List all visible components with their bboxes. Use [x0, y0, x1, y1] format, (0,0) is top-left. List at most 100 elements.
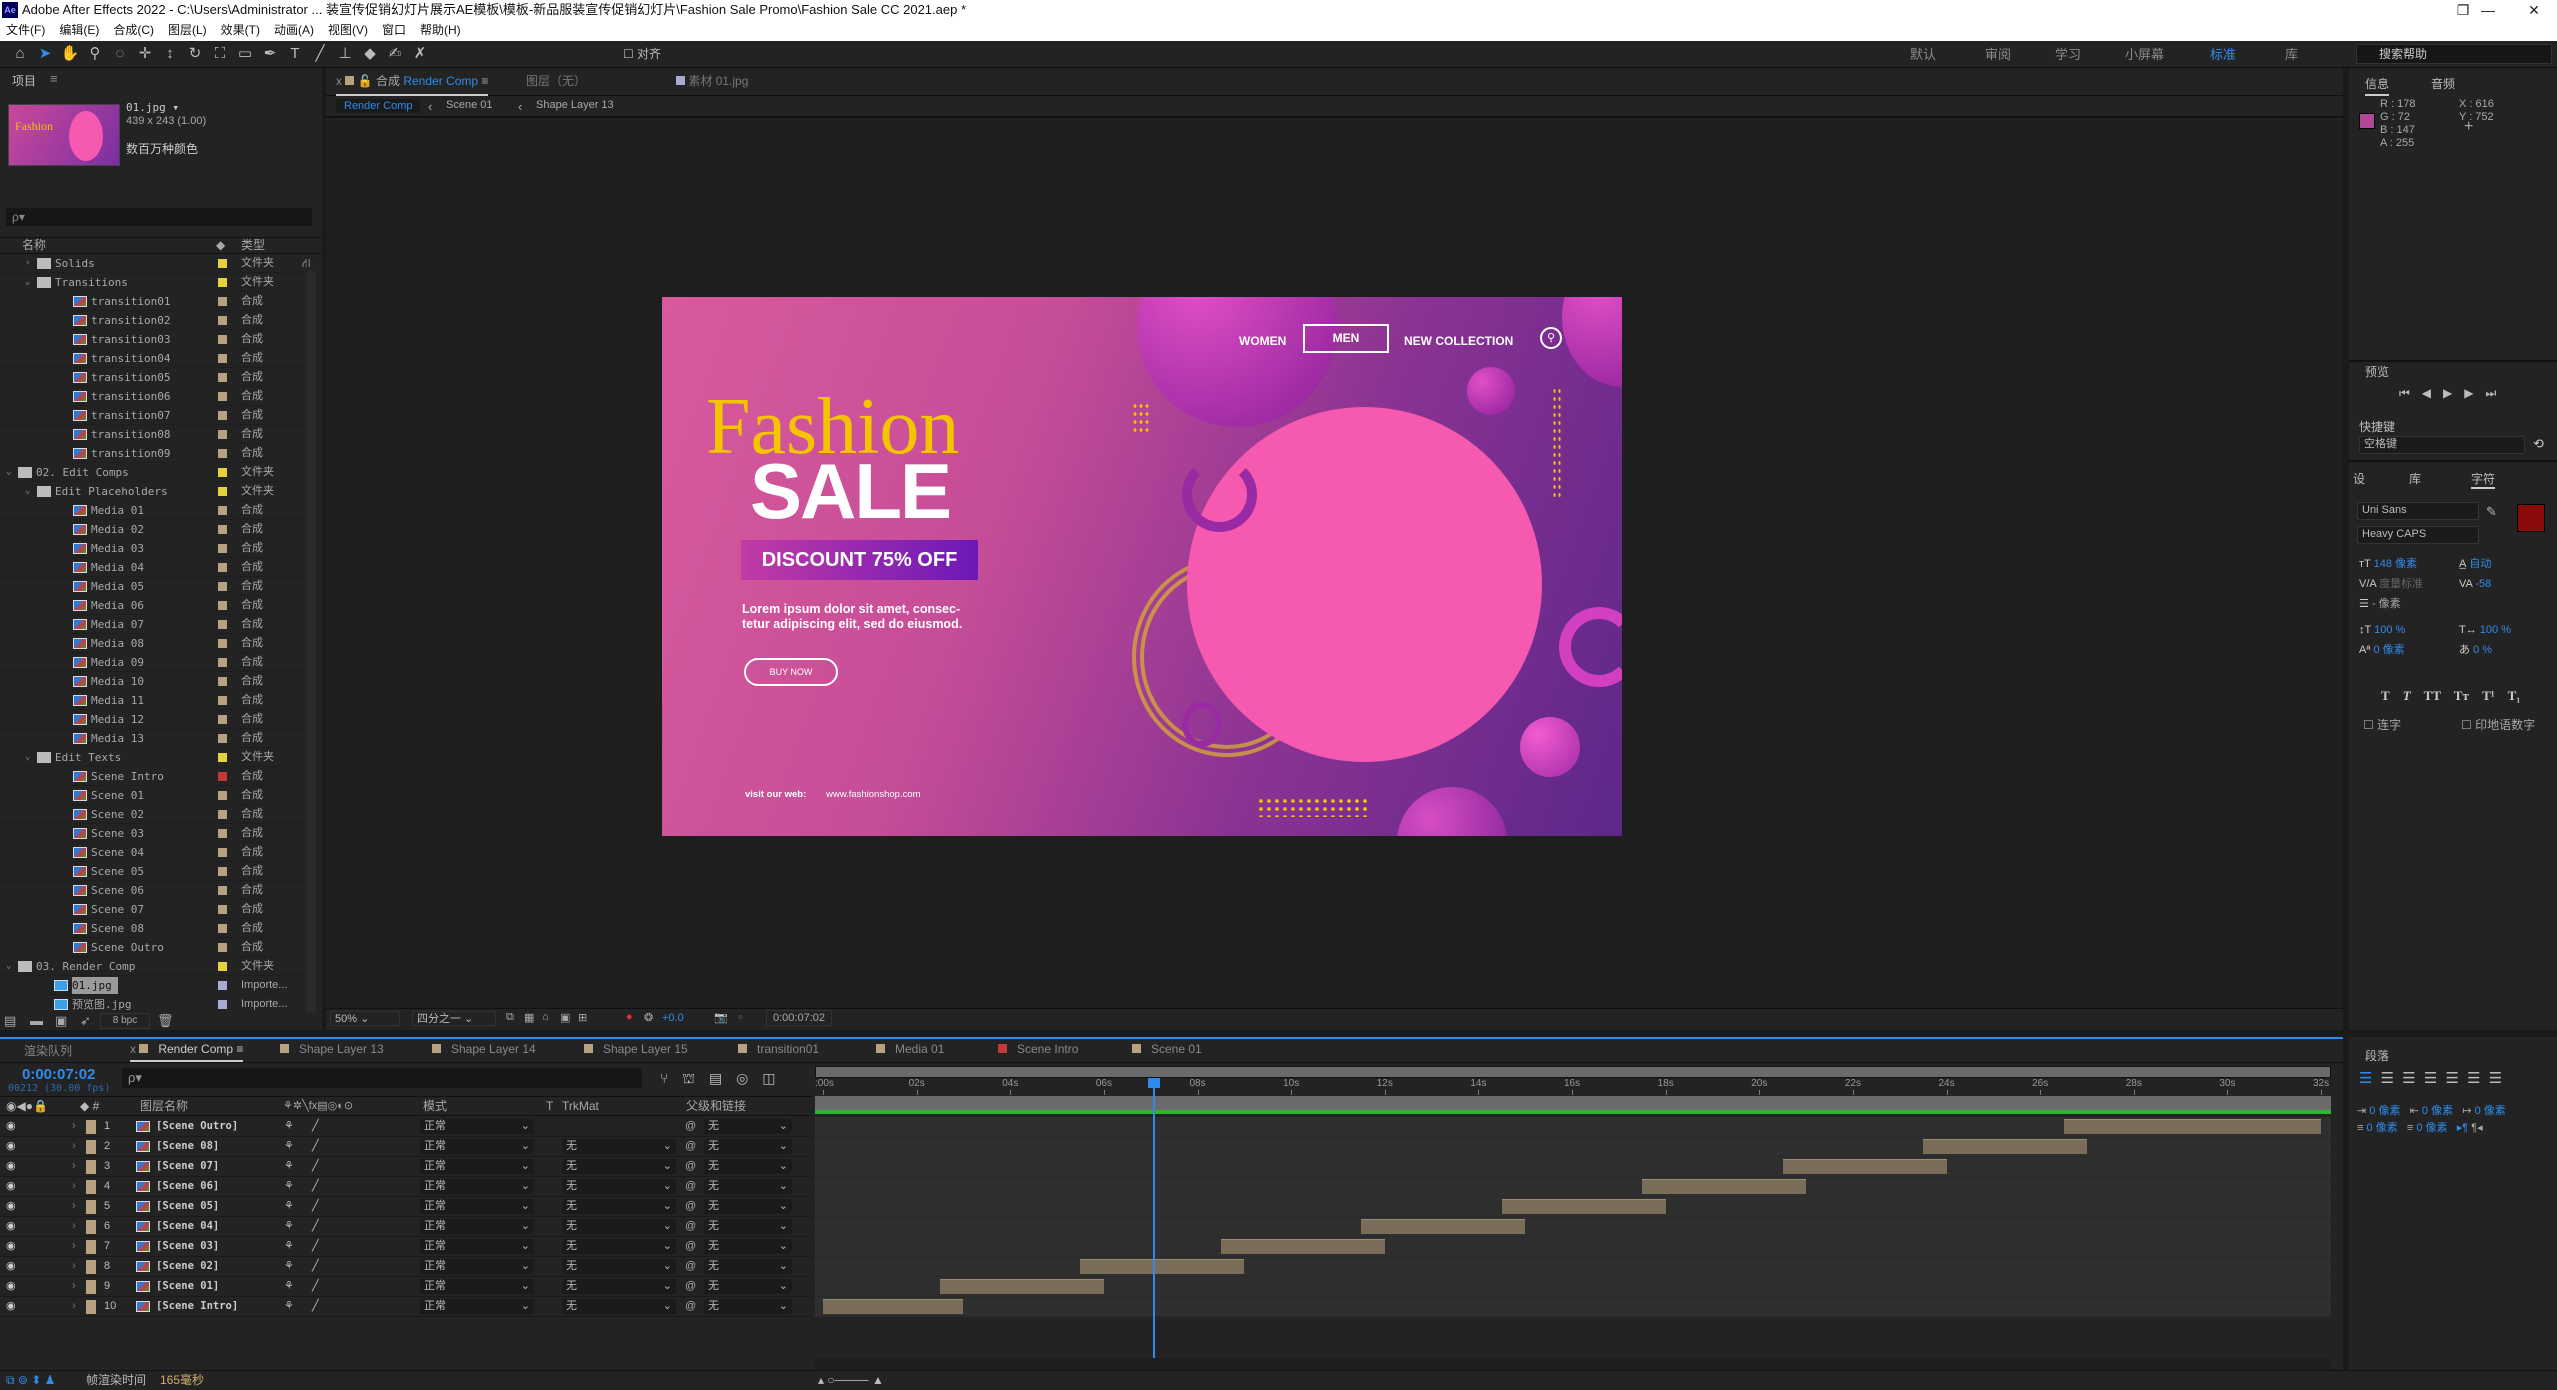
shy-switch-icon[interactable]: ⚘ [284, 1137, 294, 1156]
layer-name[interactable]: [Scene 04] [156, 1217, 219, 1236]
blend-mode-select[interactable]: 正常 ⌄ [420, 1139, 534, 1154]
label-color[interactable] [218, 354, 227, 363]
snapping-checkbox[interactable]: ☐ 对齐 [612, 44, 672, 64]
layer-row[interactable]: ◉ › 9 [Scene 01] ⚘ ╱ 正常 ⌄ 无 ⌄ @ 无 ⌄ [0, 1277, 812, 1297]
pen-tool-icon[interactable]: ✒ [260, 44, 280, 64]
label-color[interactable] [218, 696, 227, 705]
rotate-tool-icon[interactable]: ↻ [185, 44, 205, 64]
visibility-eye-icon[interactable]: ◉ [6, 1277, 16, 1296]
project-item[interactable]: transition08 合成 [0, 425, 304, 444]
trkmat-select[interactable]: 无 ⌄ [562, 1219, 676, 1234]
project-item[interactable]: Scene 02 合成 [0, 805, 304, 824]
workspace-0[interactable]: 默认 [1910, 45, 1936, 65]
visibility-eye-icon[interactable]: ◉ [6, 1197, 16, 1216]
workspace-5[interactable]: 库 [2285, 45, 2298, 65]
breadcrumb-item[interactable]: Render Comp [336, 99, 421, 113]
layer-row[interactable]: ◉ › 5 [Scene 05] ⚘ ╱ 正常 ⌄ 无 ⌄ @ 无 ⌄ [0, 1197, 812, 1217]
fast-preview-icon[interactable]: ⧉ [506, 1011, 514, 1024]
shy-switch-icon[interactable]: ⚘ [284, 1297, 294, 1316]
label-color[interactable] [86, 1220, 96, 1234]
visibility-eye-icon[interactable]: ◉ [6, 1217, 16, 1236]
label-color[interactable] [86, 1160, 96, 1174]
lock-icon[interactable]: 🔓 [358, 74, 373, 88]
layer-row[interactable]: ◉ › 10 [Scene Intro] ⚘ ╱ 正常 ⌄ 无 ⌄ @ 无 ⌄ [0, 1297, 812, 1317]
quality-switch-icon[interactable]: ╱ [312, 1157, 319, 1176]
workspace-1[interactable]: 审阅 [1985, 45, 2011, 65]
project-item[interactable]: transition07 合成 [0, 406, 304, 425]
status-icons[interactable]: ⧉ ⊚ ⬍ ♟ [6, 1371, 55, 1390]
label-color[interactable] [218, 544, 227, 553]
label-color[interactable] [218, 278, 227, 287]
new-folder-icon[interactable]: ▬ [30, 1013, 43, 1028]
project-item[interactable]: Scene 05 合成 [0, 862, 304, 881]
project-item[interactable]: Scene 03 合成 [0, 824, 304, 843]
label-color[interactable] [218, 1000, 227, 1009]
shy-switch-icon[interactable]: ⚘ [284, 1257, 294, 1276]
label-color[interactable] [86, 1280, 96, 1294]
menu-item[interactable]: 效果(T) [221, 20, 260, 41]
pickwhip-icon[interactable]: @ [685, 1157, 696, 1176]
label-color[interactable] [86, 1180, 96, 1194]
project-item[interactable]: transition03 合成 [0, 330, 304, 349]
visibility-eye-icon[interactable]: ◉ [6, 1257, 16, 1276]
pickwhip-icon[interactable]: @ [685, 1117, 696, 1136]
project-item[interactable]: Media 12 合成 [0, 710, 304, 729]
label-color[interactable] [218, 620, 227, 629]
breadcrumb-item[interactable]: Scene 01 [446, 99, 492, 111]
tab-audio[interactable]: 音频 [2431, 75, 2455, 92]
parent-select[interactable]: 无 ⌄ [704, 1179, 792, 1194]
label-color[interactable] [86, 1260, 96, 1274]
shy-switch-icon[interactable]: ⚘ [284, 1277, 294, 1296]
menu-item[interactable]: 编辑(E) [59, 20, 99, 41]
pickwhip-icon[interactable]: @ [685, 1217, 696, 1236]
label-color[interactable] [218, 525, 227, 534]
tab-menu-icon[interactable]: ≡ [236, 1042, 243, 1056]
ltr-icon[interactable]: ▸¶ [2457, 1122, 2468, 1134]
project-item[interactable]: transition04 合成 [0, 349, 304, 368]
label-color[interactable] [218, 734, 227, 743]
label-color[interactable] [218, 392, 227, 401]
project-item[interactable]: ⌄ 02. Edit Comps 文件夹 [0, 463, 304, 482]
label-color[interactable] [218, 373, 227, 382]
project-item[interactable]: Media 04 合成 [0, 558, 304, 577]
rtl-icon[interactable]: ¶◂ [2471, 1122, 2482, 1134]
timeline-switches[interactable]: ⑂ ⛫ ▤ ◎ ◫ [660, 1070, 776, 1089]
blend-mode-select[interactable]: 正常 ⌄ [420, 1159, 534, 1174]
project-item[interactable]: transition02 合成 [0, 311, 304, 330]
label-color[interactable] [218, 791, 227, 800]
layer-duration-bar[interactable] [1642, 1179, 1807, 1194]
label-color[interactable] [218, 867, 227, 876]
home-tool-icon[interactable]: ⌂ [10, 44, 30, 64]
expand-chevron-icon[interactable]: › [72, 1217, 76, 1236]
vertical-scale-value[interactable]: 100 % [2374, 624, 2405, 636]
parent-select[interactable]: 无 ⌄ [704, 1139, 792, 1154]
blend-mode-select[interactable]: 正常 ⌄ [420, 1219, 534, 1234]
tab-presets[interactable]: 设 [2353, 470, 2365, 487]
time-ruler[interactable]: :00s 02s 04s 06s 08s 10s 12s 14s 16s 18s 20s 22s 24s… [815, 1078, 2331, 1096]
parent-select[interactable]: 无 ⌄ [704, 1119, 792, 1134]
label-color[interactable] [218, 601, 227, 610]
column-parent[interactable]: 父级和链接 [686, 1097, 746, 1115]
quality-switch-icon[interactable]: ╱ [312, 1137, 319, 1156]
tab-menu-icon[interactable]: ≡ [481, 74, 488, 88]
quality-switch-icon[interactable]: ╱ [312, 1177, 319, 1196]
menu-item[interactable]: 帮助(H) [420, 20, 461, 41]
guides-icon[interactable]: ⊞ [578, 1011, 587, 1024]
label-color[interactable] [218, 924, 227, 933]
timeline-tab-4[interactable]: Shape Layer 15 [584, 1042, 688, 1056]
label-color[interactable] [86, 1240, 96, 1254]
project-item[interactable]: Scene 01 合成 [0, 786, 304, 805]
label-color[interactable] [86, 1200, 96, 1214]
column-name[interactable]: 名称 [22, 238, 46, 253]
tab-info[interactable]: 信息 [2365, 75, 2390, 96]
timeline-tab-1[interactable]: x Render Comp ≡ [130, 1042, 244, 1062]
puppet-tool-icon[interactable]: ✗ [410, 44, 430, 64]
quality-switch-icon[interactable]: ╱ [312, 1197, 319, 1216]
playhead-handle[interactable] [1147, 1078, 1160, 1088]
project-item[interactable]: ⌄ Edit Texts 文件夹 [0, 748, 304, 767]
column-trkmat[interactable]: TrkMat [562, 1097, 599, 1115]
timeline-tab-3[interactable]: Shape Layer 14 [432, 1042, 536, 1056]
reset-icon[interactable]: ⟲ [2533, 436, 2544, 452]
project-item[interactable]: Media 09 合成 [0, 653, 304, 672]
shortcut-select[interactable]: 空格键 [2359, 436, 2525, 454]
